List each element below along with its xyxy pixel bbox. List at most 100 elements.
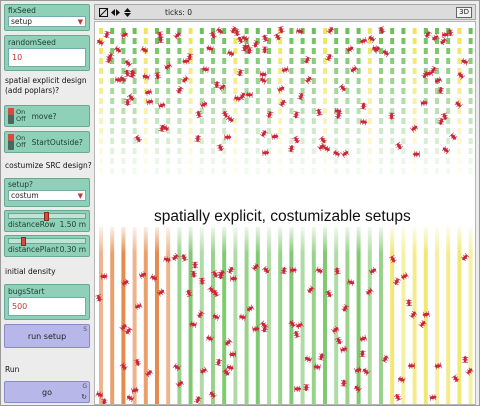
plant-patch <box>110 138 115 144</box>
plant-patch <box>132 28 137 34</box>
plant-patch <box>289 128 294 134</box>
setup-select[interactable]: costum ▼ <box>8 190 86 201</box>
startoutside-off-label: Off <box>16 141 26 149</box>
plant-patch <box>412 38 417 44</box>
bug-agent <box>142 73 150 81</box>
plant-patch <box>188 88 193 94</box>
plant-patch <box>356 48 361 54</box>
distanceplant-slider[interactable]: distancePlant 0.30 m <box>4 235 90 257</box>
bugsstart-input-box: bugsStart 500 <box>4 284 90 320</box>
plant-patch <box>367 58 372 64</box>
plant-patch <box>401 98 406 104</box>
plant-patch <box>367 158 372 164</box>
plant-patch <box>110 38 115 44</box>
plant-patch <box>110 118 115 124</box>
plant-patch <box>255 68 260 74</box>
plant-patch <box>311 138 316 144</box>
bugsstart-input[interactable]: 500 <box>8 297 86 316</box>
distancerow-value: 1.50 m <box>59 220 86 229</box>
plant-patch <box>401 88 406 94</box>
plant-patch <box>311 128 316 134</box>
plant-patch <box>177 98 182 104</box>
plant-patch <box>233 58 238 64</box>
plant-patch <box>300 48 305 54</box>
fixseed-chooser[interactable]: fixSeed setup ▼ <box>4 4 90 31</box>
plant-patch <box>289 48 294 54</box>
move-switch[interactable]: On Off move? <box>4 105 90 127</box>
plant-patch <box>367 98 372 104</box>
plant-patch <box>435 58 439 64</box>
plant-patch <box>177 58 182 64</box>
bug-agent <box>226 363 234 372</box>
move-switch-track[interactable] <box>8 108 14 124</box>
plant-patch <box>166 108 171 114</box>
view-3d-button[interactable]: 3D <box>456 7 472 18</box>
plant-patch <box>390 168 395 174</box>
distanceplant-slider-track[interactable] <box>8 237 86 246</box>
plant-patch <box>143 138 148 144</box>
startoutside-switch-track[interactable] <box>8 134 14 150</box>
plant-patch <box>166 58 171 64</box>
plant-patch <box>412 88 417 94</box>
bug-agent <box>292 330 301 339</box>
plant-patch <box>446 158 451 164</box>
zoom-shape-icon[interactable] <box>99 7 108 17</box>
plant-patch <box>289 88 294 94</box>
plant-patch <box>110 128 115 134</box>
go-button[interactable]: go G ↻ <box>4 381 90 403</box>
plant-patch <box>244 148 249 154</box>
distanceplant-slider-thumb[interactable] <box>21 237 26 246</box>
plant-patch <box>188 48 193 54</box>
startoutside-switch[interactable]: On Off StartOutside? <box>4 131 90 153</box>
plant-patch <box>334 138 339 144</box>
bug-agent <box>103 30 111 39</box>
plant-patch <box>233 108 238 114</box>
plant-patch <box>289 98 294 104</box>
setup-chooser[interactable]: setup? costum ▼ <box>4 178 90 207</box>
plant-patch <box>199 88 204 94</box>
plant-patch <box>334 78 339 84</box>
plant-patch <box>311 168 316 174</box>
horizontal-arrows-icon[interactable] <box>111 8 120 17</box>
distancerow-slider-track[interactable] <box>8 212 86 221</box>
distancerow-slider-thumb[interactable] <box>44 212 49 221</box>
plant-patch <box>222 88 227 94</box>
plant-patch <box>311 98 316 104</box>
plant-patch <box>401 78 406 84</box>
distancerow-slider[interactable]: distanceRow 1.50 m <box>4 210 90 232</box>
note-run: Run <box>5 365 20 374</box>
plant-patch <box>233 168 238 174</box>
plant-patch <box>446 48 451 54</box>
randomseed-input[interactable]: 10 <box>8 48 86 67</box>
bug-agent <box>236 68 244 77</box>
plant-patch <box>244 98 249 104</box>
fixseed-select[interactable]: setup ▼ <box>8 16 86 27</box>
plant-patch <box>143 108 148 114</box>
plant-patch <box>121 98 126 104</box>
plant-patch <box>177 118 182 124</box>
plant-patch <box>99 78 103 84</box>
plant-patch <box>177 68 182 74</box>
plant-patch <box>143 168 148 174</box>
plant-patch <box>132 158 137 164</box>
plant-patch <box>323 158 327 164</box>
bug-agent <box>124 99 131 106</box>
plant-patch <box>177 108 182 114</box>
plant-patch <box>211 158 215 164</box>
plant-patch <box>199 48 204 54</box>
run-setup-button[interactable]: run setup S <box>4 324 90 348</box>
plant-patch <box>334 58 339 64</box>
move-switch-knob <box>8 108 14 115</box>
plant-patch <box>423 88 428 94</box>
vertical-arrows-icon[interactable] <box>123 7 132 17</box>
plant-patch <box>267 48 271 54</box>
plant-patch <box>99 68 103 74</box>
plant-patch <box>423 158 428 164</box>
plant-patch <box>121 148 126 154</box>
plant-patch <box>121 138 126 144</box>
world-view[interactable]: spatially explicit, costumizable setups <box>94 21 476 405</box>
plant-patch <box>457 168 462 174</box>
plant-patch <box>379 88 383 94</box>
bug-agent <box>113 45 122 54</box>
plant-patch <box>323 38 327 44</box>
